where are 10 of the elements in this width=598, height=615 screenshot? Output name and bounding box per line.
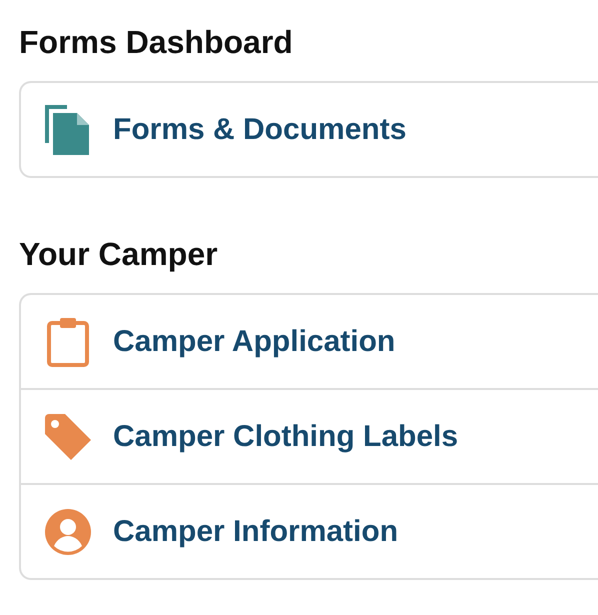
menu-link[interactable]: Forms & Documents [113,112,406,146]
menu-link[interactable]: Camper Information [113,514,398,548]
documents-icon [45,104,91,154]
menu-link[interactable]: Camper Clothing Labels [113,420,458,454]
section-heading: Your Camper [19,235,219,274]
clipboard-icon [46,316,90,366]
tag-icon [45,414,91,460]
menu-link[interactable]: Camper Application [113,324,396,358]
section-heading: Forms Dashboard [19,23,294,62]
person-icon [45,508,91,554]
